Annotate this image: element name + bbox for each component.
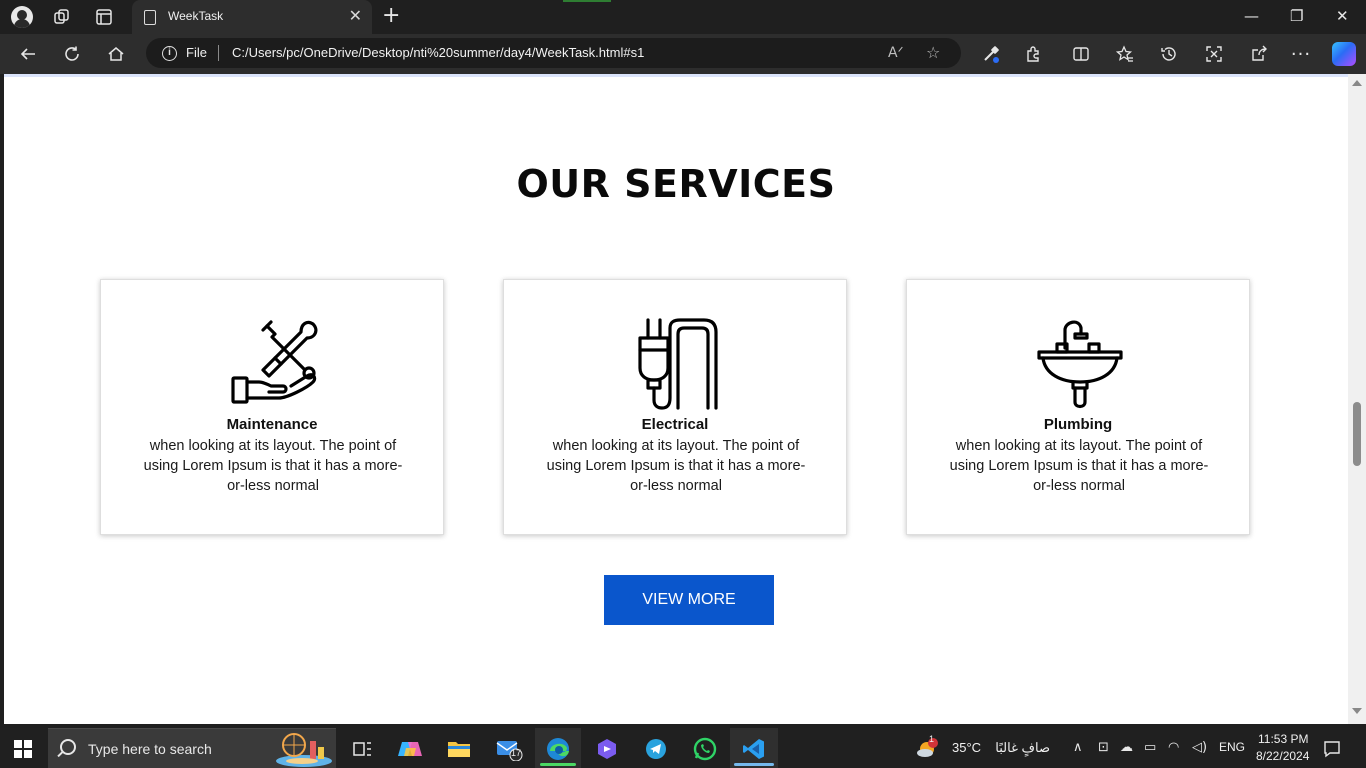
- weather-icon[interactable]: 1: [914, 732, 940, 766]
- taskbar: Type here to search 17 1 35°C صافٍ غالبً…: [0, 728, 1366, 768]
- avatar-icon: [11, 6, 33, 28]
- card-title: Maintenance: [226, 416, 318, 433]
- address-prefix: File: [186, 45, 207, 60]
- scroll-up-arrow-icon[interactable]: [1352, 80, 1362, 86]
- plug-icon: [638, 318, 718, 410]
- card-text: when looking at its layout. The point of…: [143, 438, 403, 494]
- clock-date[interactable]: 8/22/2024: [1256, 749, 1309, 763]
- copilot-taskbar-icon[interactable]: [392, 732, 428, 766]
- refresh-icon: [65, 46, 79, 61]
- profile-avatar[interactable]: [11, 6, 33, 28]
- copilot-app-icon[interactable]: [589, 732, 625, 766]
- service-card-maintenance: Maintenance when looking at its layout. …: [100, 279, 444, 535]
- card-title: Electrical: [641, 416, 709, 433]
- windows-start-icon[interactable]: [14, 740, 32, 758]
- read-aloud-icon[interactable]: Aᐟ: [888, 44, 904, 62]
- card-text: when looking at its layout. The point of…: [949, 438, 1209, 494]
- tab-weektask[interactable]: WeekTask ✕: [132, 0, 372, 34]
- language-indicator[interactable]: ENG: [1219, 740, 1245, 754]
- document-icon: [144, 10, 156, 25]
- tab-close-icon[interactable]: ✕: [349, 7, 362, 25]
- file-explorer-icon[interactable]: [441, 732, 477, 766]
- scroll-down-arrow-icon[interactable]: [1352, 708, 1362, 714]
- service-card-electrical: Electrical when looking at its layout. T…: [503, 279, 847, 535]
- minimize-button[interactable]: —: [1244, 6, 1259, 26]
- tab-title: WeekTask: [168, 9, 224, 23]
- mail-icon[interactable]: 17: [491, 732, 527, 766]
- address-separator: [218, 45, 219, 61]
- tools-hand-icon: [231, 320, 318, 404]
- favorite-star-icon[interactable]: ☆: [926, 44, 940, 62]
- weather-description[interactable]: صافٍ غالبًا: [986, 740, 1050, 756]
- back-button[interactable]: [16, 42, 40, 66]
- edge-active-indicator: [540, 763, 576, 766]
- search-highlight-illustration-icon: [276, 733, 332, 767]
- vscode-active-indicator: [734, 763, 774, 766]
- view-more-button[interactable]: VIEW MORE: [604, 575, 774, 625]
- home-button[interactable]: [104, 42, 128, 66]
- close-window-button[interactable]: ✕: [1336, 6, 1349, 26]
- copilot-icon[interactable]: [1332, 42, 1356, 66]
- workspaces-icon[interactable]: [51, 6, 73, 28]
- screenshot-icon[interactable]: [1203, 43, 1225, 65]
- clock-time[interactable]: 11:53 PM: [1258, 732, 1308, 746]
- more-options-icon[interactable]: ···: [1290, 43, 1312, 65]
- tab-indicator: [563, 0, 611, 2]
- meet-now-icon[interactable]: ⊡: [1098, 740, 1109, 756]
- split-screen-icon[interactable]: [1070, 43, 1092, 65]
- refresh-button[interactable]: [60, 42, 84, 66]
- notifications-icon[interactable]: [1316, 732, 1348, 766]
- weather-badge-count: 1: [929, 734, 935, 744]
- volume-icon[interactable]: ◁): [1192, 740, 1207, 756]
- favorites-icon[interactable]: [1114, 43, 1136, 65]
- new-tab-button[interactable]: +: [382, 4, 400, 28]
- tab-bar: WeekTask ✕ + — ❐ ✕: [0, 0, 1366, 34]
- sink-icon: [1037, 320, 1123, 409]
- address-bar[interactable]: i File C:/Users/pc/OneDrive/Desktop/nti%…: [146, 38, 961, 68]
- service-card-plumbing: Plumbing when looking at its layout. The…: [906, 279, 1250, 535]
- card-title: Plumbing: [1043, 416, 1113, 433]
- section-title: OUR SERVICES: [516, 162, 836, 206]
- mail-badge-count: 17: [511, 748, 522, 758]
- extensions-icon[interactable]: [1022, 43, 1044, 65]
- page-viewport: OUR SERVICES Maintenance when looking at…: [4, 74, 1348, 724]
- battery-icon[interactable]: ▭: [1144, 740, 1156, 756]
- home-icon: [108, 47, 124, 61]
- history-icon[interactable]: [1158, 43, 1180, 65]
- search-placeholder: Type here to search: [88, 741, 212, 757]
- temperature-text[interactable]: 35°C: [952, 740, 981, 755]
- info-icon[interactable]: i: [162, 46, 177, 61]
- whatsapp-icon[interactable]: [687, 732, 723, 766]
- card-text: when looking at its layout. The point of…: [546, 438, 806, 494]
- vertical-scrollbar[interactable]: [1348, 74, 1366, 724]
- navigation-bar: i File C:/Users/pc/OneDrive/Desktop/nti%…: [0, 34, 1366, 74]
- telegram-icon[interactable]: [638, 732, 674, 766]
- tab-actions-icon[interactable]: [93, 6, 115, 28]
- chevron-up-icon[interactable]: ∧: [1073, 740, 1083, 756]
- scrollbar-thumb[interactable]: [1353, 402, 1361, 466]
- url-text[interactable]: C:/Users/pc/OneDrive/Desktop/nti%20summe…: [232, 45, 644, 60]
- search-icon: [60, 739, 76, 755]
- taskbar-search-box[interactable]: Type here to search: [48, 728, 336, 768]
- arrow-left-icon: [20, 48, 35, 60]
- vscode-icon[interactable]: [734, 732, 774, 766]
- restore-button[interactable]: ❐: [1290, 6, 1303, 26]
- wifi-icon[interactable]: ◠: [1168, 740, 1179, 756]
- edge-browser-icon[interactable]: [540, 732, 576, 766]
- page-top-border: [4, 74, 1348, 77]
- onedrive-status-icon[interactable]: ☁: [1120, 740, 1133, 756]
- share-icon[interactable]: [1248, 43, 1270, 65]
- task-view-icon[interactable]: [344, 732, 380, 766]
- color-picker-extension-icon[interactable]: [980, 43, 1002, 65]
